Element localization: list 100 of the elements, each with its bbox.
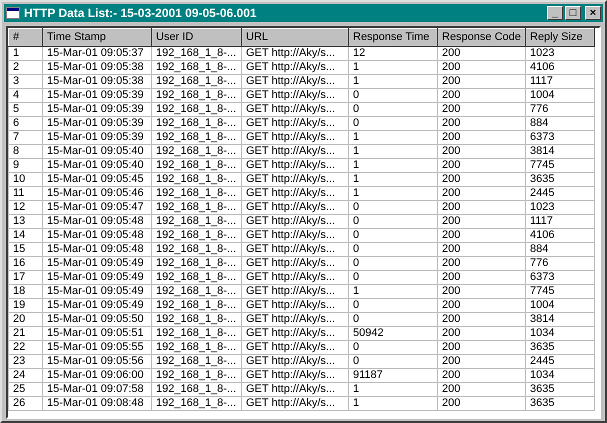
table-cell: 200 <box>438 284 526 298</box>
table-cell: 192_168_1_8-... <box>152 340 242 354</box>
table-cell: 15-Mar-01 09:05:51 <box>42 326 152 340</box>
table-cell: 0 <box>348 256 438 270</box>
table-cell: 0 <box>348 116 438 130</box>
table-cell: 15-Mar-01 09:05:39 <box>42 130 152 144</box>
table-cell: 192_168_1_8-... <box>152 116 242 130</box>
table-cell: 23 <box>8 354 42 368</box>
table-cell: 15-Mar-01 09:05:46 <box>42 186 152 200</box>
table-cell: 50942 <box>348 326 438 340</box>
table-cell: 1 <box>348 396 438 410</box>
table-cell: 1 <box>348 74 438 88</box>
table-cell: 0 <box>348 200 438 214</box>
table-cell: 200 <box>438 186 526 200</box>
column-header[interactable]: # <box>8 28 42 46</box>
table-cell: 192_168_1_8-... <box>152 158 242 172</box>
table-cell: 3635 <box>526 396 594 410</box>
table-cell: GET http://Aky/s... <box>242 340 348 354</box>
table-cell: 1 <box>348 144 438 158</box>
table-cell: 1004 <box>526 88 594 102</box>
table-cell: 5 <box>8 102 42 116</box>
table-cell: 7745 <box>526 284 594 298</box>
table-cell: 0 <box>348 88 438 102</box>
table-cell: 3814 <box>526 312 594 326</box>
column-header[interactable]: Reply Size <box>526 28 594 46</box>
table-cell: GET http://Aky/s... <box>242 172 348 186</box>
table-cell: GET http://Aky/s... <box>242 256 348 270</box>
table-cell: 0 <box>348 340 438 354</box>
window-icon <box>6 7 20 19</box>
table-cell: GET http://Aky/s... <box>242 200 348 214</box>
table-cell: 15-Mar-01 09:05:50 <box>42 312 152 326</box>
table-cell: 9 <box>8 158 42 172</box>
table-cell: 192_168_1_8-... <box>152 368 242 382</box>
table-cell: GET http://Aky/s... <box>242 396 348 410</box>
table-cell: 15-Mar-01 09:05:38 <box>42 60 152 74</box>
table-cell: 1117 <box>526 214 594 228</box>
table-cell: 192_168_1_8-... <box>152 382 242 396</box>
table-cell: 1 <box>348 382 438 396</box>
table-cell: 200 <box>438 116 526 130</box>
table-cell: 200 <box>438 340 526 354</box>
table-cell: GET http://Aky/s... <box>242 158 348 172</box>
table-cell: 192_168_1_8-... <box>152 102 242 116</box>
table-cell: 19 <box>8 298 42 312</box>
column-header[interactable]: Time Stamp <box>42 28 152 46</box>
table-cell: 192_168_1_8-... <box>152 396 242 410</box>
table-cell: 15-Mar-01 09:05:40 <box>42 158 152 172</box>
table-cell: 15-Mar-01 09:05:39 <box>42 116 152 130</box>
table-cell: 3 <box>8 74 42 88</box>
table-cell: 4 <box>8 88 42 102</box>
table-cell: GET http://Aky/s... <box>242 214 348 228</box>
column-header[interactable]: Response Code <box>438 28 526 46</box>
table-cell: 8 <box>8 144 42 158</box>
table-cell: 884 <box>526 116 594 130</box>
table-cell: 192_168_1_8-... <box>152 46 242 60</box>
table-cell: GET http://Aky/s... <box>242 60 348 74</box>
table-cell: 200 <box>438 214 526 228</box>
table-cell: 14 <box>8 228 42 242</box>
table-cell: GET http://Aky/s... <box>242 368 348 382</box>
table-cell: 200 <box>438 312 526 326</box>
column-header[interactable]: URL <box>242 28 348 46</box>
table-cell: 15-Mar-01 09:05:48 <box>42 242 152 256</box>
table-cell: 15-Mar-01 09:05:40 <box>42 144 152 158</box>
table-cell: 192_168_1_8-... <box>152 312 242 326</box>
table-cell: 3635 <box>526 340 594 354</box>
maximize-button[interactable]: □ <box>565 6 581 20</box>
table-cell: 200 <box>438 158 526 172</box>
table-cell: 1117 <box>526 74 594 88</box>
table-cell: 200 <box>438 382 526 396</box>
table-cell: 21 <box>8 326 42 340</box>
table-cell: 0 <box>348 298 438 312</box>
table-cell: GET http://Aky/s... <box>242 298 348 312</box>
table-cell: 2445 <box>526 186 594 200</box>
table-cell: 192_168_1_8-... <box>152 298 242 312</box>
table-cell: 192_168_1_8-... <box>152 186 242 200</box>
table-cell: 192_168_1_8-... <box>152 214 242 228</box>
table-cell: 24 <box>8 368 42 382</box>
table-cell: 1023 <box>526 200 594 214</box>
column-header[interactable]: User ID <box>152 28 242 46</box>
table-cell: GET http://Aky/s... <box>242 382 348 396</box>
table-cell: 6373 <box>526 130 594 144</box>
table-cell: 15-Mar-01 09:05:38 <box>42 74 152 88</box>
table-cell: 15-Mar-01 09:05:47 <box>42 200 152 214</box>
minimize-button[interactable]: _ <box>547 6 563 20</box>
close-button[interactable]: × <box>585 6 601 20</box>
table-cell: 15-Mar-01 09:07:58 <box>42 382 152 396</box>
table-cell: 20 <box>8 312 42 326</box>
table-cell: GET http://Aky/s... <box>242 116 348 130</box>
table-cell: 1 <box>348 60 438 74</box>
table-cell: 1 <box>348 186 438 200</box>
table-cell: 192_168_1_8-... <box>152 242 242 256</box>
table-cell: 15-Mar-01 09:08:48 <box>42 396 152 410</box>
column-header[interactable]: Response Time <box>348 28 438 46</box>
table-cell: 0 <box>348 102 438 116</box>
table-cell: 15-Mar-01 09:05:48 <box>42 214 152 228</box>
table-cell: 12 <box>348 46 438 60</box>
table-cell: 15-Mar-01 09:05:48 <box>42 228 152 242</box>
table-cell: 0 <box>348 214 438 228</box>
table-cell: 25 <box>8 382 42 396</box>
table-cell: 192_168_1_8-... <box>152 60 242 74</box>
table-cell: 192_168_1_8-... <box>152 172 242 186</box>
